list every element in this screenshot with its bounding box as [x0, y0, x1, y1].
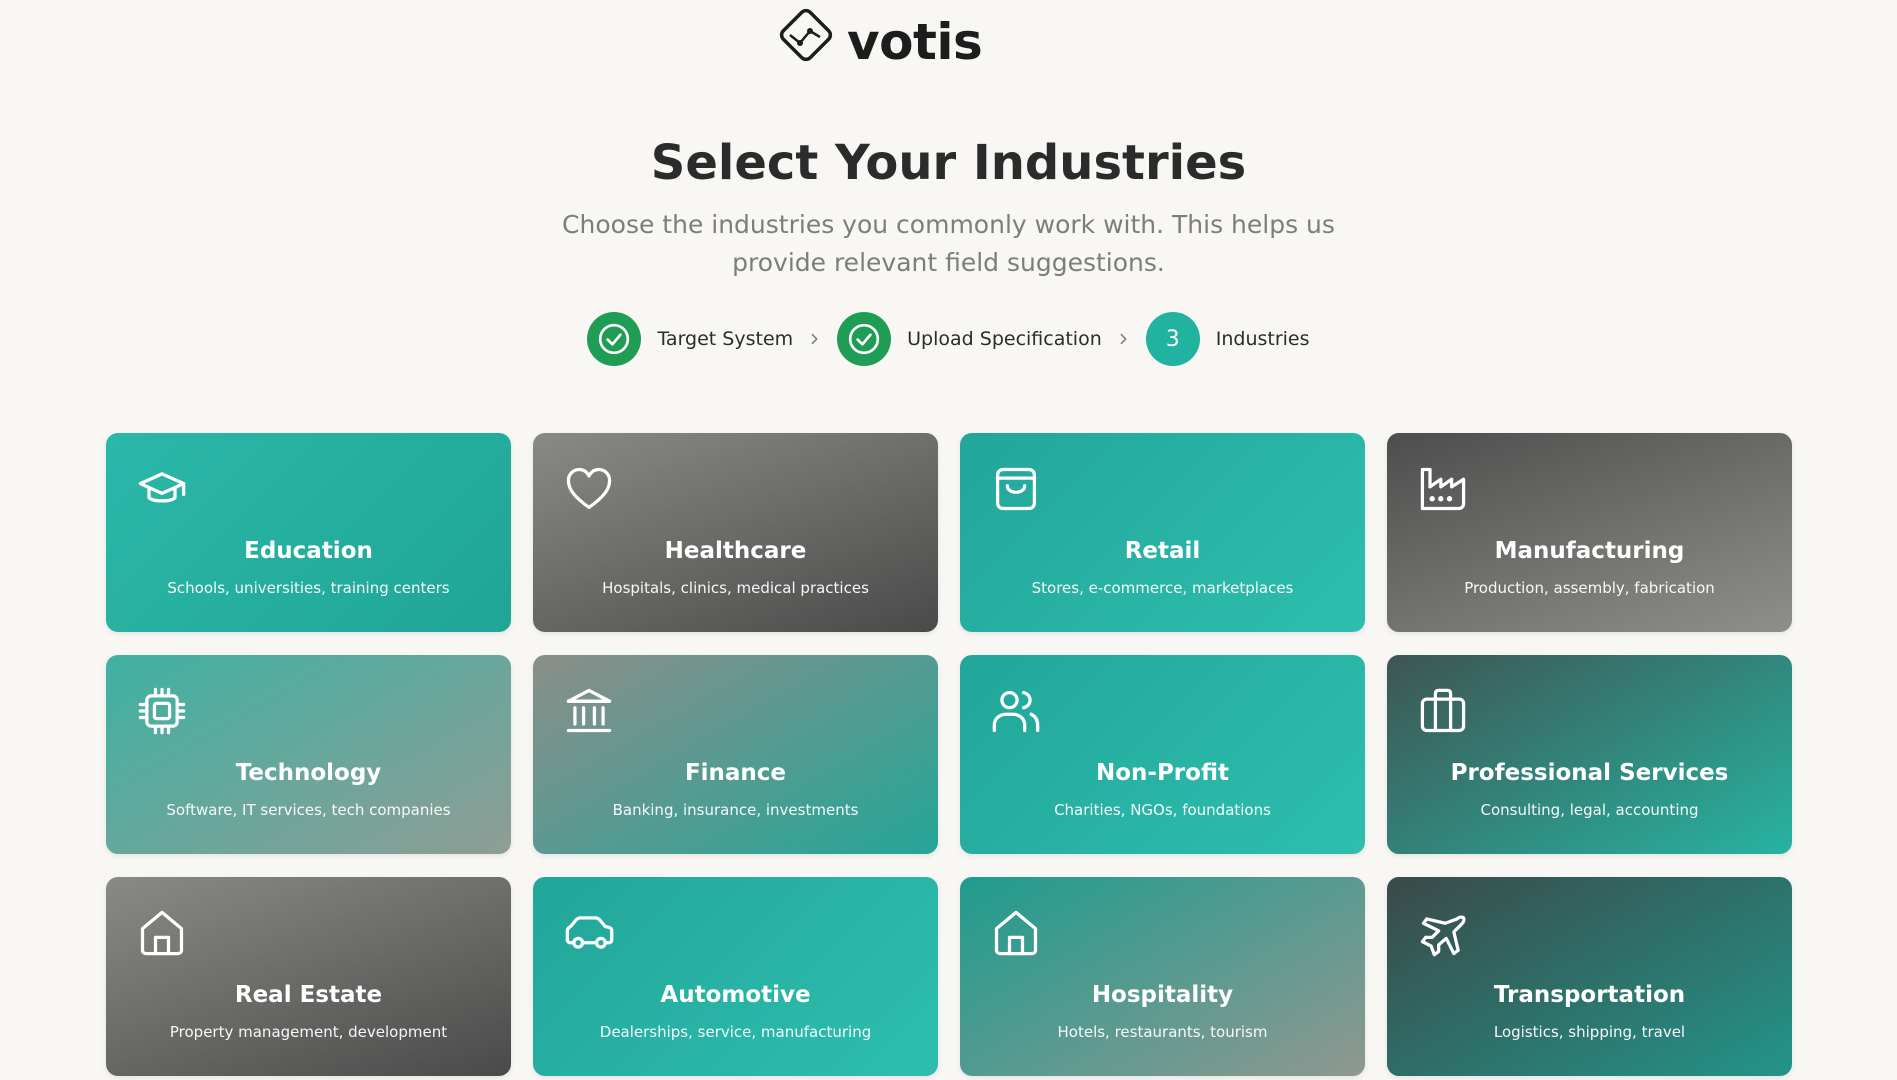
industry-name: Technology	[235, 760, 382, 786]
industry-name: Professional Services	[1450, 760, 1729, 786]
brand-name: votis	[847, 13, 983, 71]
industry-description: Software, IT services, tech companies	[166, 801, 451, 819]
industry-name: Non-Profit	[1095, 760, 1229, 786]
industry-card-technology[interactable]: Technology Software, IT services, tech c…	[106, 655, 511, 854]
step-upload-specification[interactable]: Upload Specification	[837, 312, 1102, 366]
industry-name: Automotive	[660, 982, 811, 1008]
industry-name: Finance	[684, 760, 787, 786]
step-complete-badge	[837, 312, 892, 366]
step-number-badge: 3	[1145, 312, 1200, 366]
industry-name: Hospitality	[1091, 982, 1234, 1008]
step-label: Industries	[1215, 328, 1310, 350]
industry-name: Healthcare	[664, 538, 807, 564]
check-circle-icon	[599, 323, 630, 355]
car-icon	[563, 907, 615, 959]
industry-card-transportation[interactable]: Transportation Logistics, shipping, trav…	[1387, 877, 1792, 1076]
industry-description: Hospitals, clinics, medical practices	[602, 579, 869, 597]
page-subtitle: Choose the industries you commonly work …	[562, 210, 1335, 277]
home-icon	[990, 907, 1042, 959]
industry-description: Dealerships, service, manufacturing	[599, 1023, 872, 1041]
industry-card-education[interactable]: Education Schools, universities, trainin…	[106, 433, 511, 632]
industry-selection-page: votis Select Your Industries Choose the …	[0, 0, 1897, 1080]
step-complete-badge	[587, 312, 642, 366]
chevron-right-icon	[793, 332, 837, 346]
industry-description: Stores, e-commerce, marketplaces	[1031, 579, 1294, 597]
industry-name: Manufacturing	[1494, 538, 1685, 564]
chevron-right-icon	[1102, 332, 1146, 346]
industry-description: Consulting, legal, accounting	[1480, 801, 1699, 819]
briefcase-icon	[1417, 685, 1469, 737]
industry-card-finance[interactable]: Finance Banking, insurance, investments	[533, 655, 938, 854]
industry-card-retail[interactable]: Retail Stores, e-commerce, marketplaces	[960, 433, 1365, 632]
home-icon	[136, 907, 188, 959]
industry-description: Logistics, shipping, travel	[1493, 1023, 1686, 1041]
factory-icon	[1417, 463, 1469, 515]
step-industries[interactable]: 3 Industries	[1145, 312, 1310, 366]
cpu-chip-icon	[136, 685, 188, 737]
industry-name: Education	[244, 538, 373, 564]
industry-name: Transportation	[1493, 982, 1686, 1008]
heart-icon	[563, 463, 615, 515]
plane-icon	[1417, 907, 1469, 959]
check-circle-icon	[849, 323, 880, 355]
step-label: Upload Specification	[907, 328, 1102, 350]
industry-name: Retail	[1124, 538, 1201, 564]
industry-card-manufacturing[interactable]: Manufacturing Production, assembly, fabr…	[1387, 433, 1792, 632]
industry-card-healthcare[interactable]: Healthcare Hospitals, clinics, medical p…	[533, 433, 938, 632]
industry-name: Real Estate	[234, 982, 383, 1008]
industry-card-automotive[interactable]: Automotive Dealerships, service, manufac…	[533, 877, 938, 1076]
industry-card-hospitality[interactable]: Hospitality Hotels, restaurants, tourism	[960, 877, 1365, 1076]
bank-icon	[563, 685, 615, 737]
industry-description: Banking, insurance, investments	[612, 801, 859, 819]
shopping-bag-icon	[990, 463, 1042, 515]
users-icon	[990, 685, 1042, 737]
industry-grid: Education Schools, universities, trainin…	[106, 433, 1792, 1076]
industry-card-non-profit[interactable]: Non-Profit Charities, NGOs, foundations	[960, 655, 1365, 854]
graduation-cap-icon	[136, 463, 188, 515]
industry-description: Schools, universities, training centers	[167, 579, 450, 597]
step-label: Target System	[657, 328, 794, 350]
page-title: Select Your Industries	[650, 135, 1247, 191]
industry-card-professional-services[interactable]: Professional Services Consulting, legal,…	[1387, 655, 1792, 854]
industry-card-real-estate[interactable]: Real Estate Property management, develop…	[106, 877, 511, 1076]
industry-description: Hotels, restaurants, tourism	[1057, 1023, 1268, 1041]
logo: votis	[773, 0, 983, 71]
step-target-system[interactable]: Target System	[587, 312, 793, 366]
votis-logo-icon	[779, 8, 833, 62]
industry-description: Production, assembly, fabrication	[1464, 579, 1715, 597]
progress-stepper: Target System Upload Specification 3 Ind…	[0, 312, 1897, 366]
industry-description: Charities, NGOs, foundations	[1054, 801, 1271, 819]
industry-description: Property management, development	[169, 1023, 448, 1041]
